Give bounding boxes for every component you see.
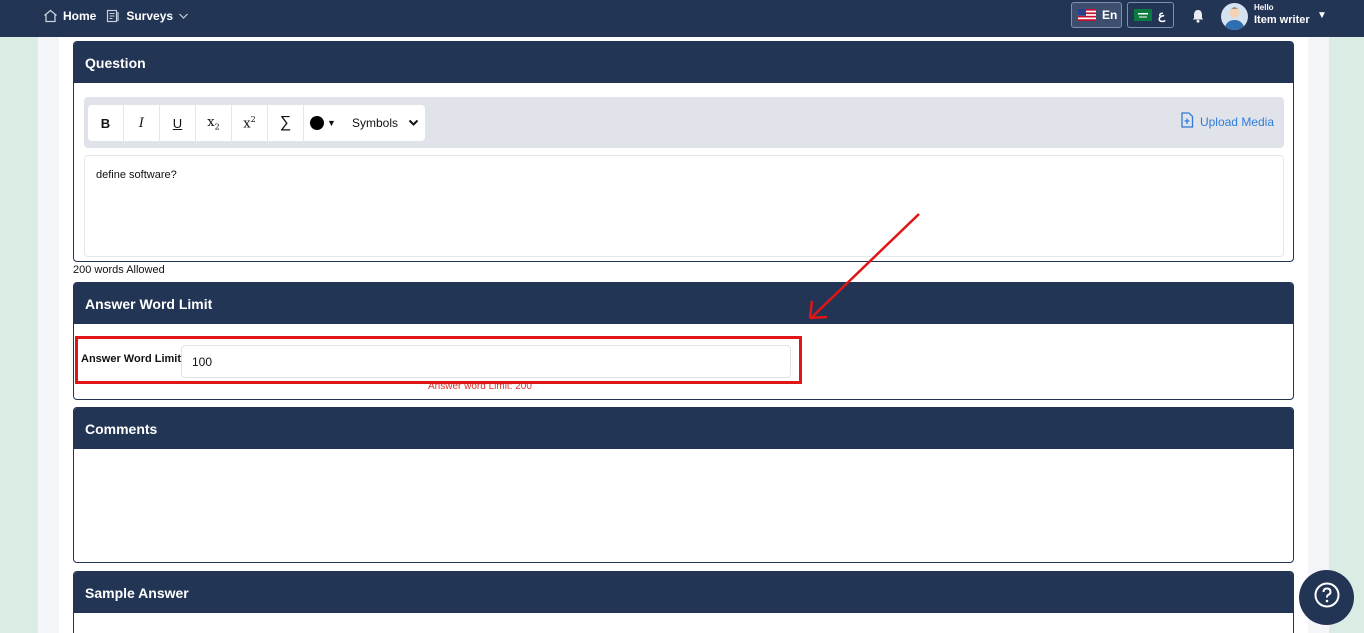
question-card-title: Question: [74, 42, 1293, 83]
annotation-highlight-box: [75, 336, 802, 384]
formatting-buttons: B I U x2 x2 ∑ ▼ Symbols: [88, 105, 426, 141]
language-en-button[interactable]: En: [1071, 2, 1122, 28]
caret-down-icon: ▼: [327, 118, 336, 128]
help-button[interactable]: [1299, 570, 1354, 625]
us-flag-icon: [1078, 9, 1096, 21]
top-navbar: Home Surveys En ع Hello Item writer ▼: [0, 0, 1364, 37]
symbols-select[interactable]: Symbols: [342, 105, 425, 141]
nav-surveys-label: Surveys: [126, 9, 174, 23]
symbols-select-label: Symbols: [352, 116, 399, 130]
language-ar-button[interactable]: ع: [1127, 2, 1174, 28]
language-ar-label: ع: [1158, 8, 1166, 22]
avatar[interactable]: [1221, 3, 1248, 30]
chevron-down-icon: [408, 116, 419, 130]
superscript-icon: x2: [243, 114, 256, 132]
user-greeting: Hello: [1254, 3, 1274, 12]
italic-button[interactable]: I: [124, 105, 160, 141]
nav-left: Home Surveys: [43, 0, 189, 32]
user-name[interactable]: Item writer: [1254, 14, 1310, 26]
sample-answer-title: Sample Answer: [74, 572, 1293, 613]
upload-file-icon: [1180, 112, 1194, 131]
question-text: define software?: [96, 169, 177, 181]
comments-title: Comments: [74, 408, 1293, 449]
nav-home-label: Home: [63, 9, 97, 23]
upload-media-label: Upload Media: [1199, 114, 1274, 129]
sigma-icon: ∑: [279, 114, 292, 131]
saudi-flag-icon: [1134, 9, 1152, 21]
survey-icon: [106, 9, 121, 23]
home-icon: [43, 9, 58, 23]
answer-word-limit-title: Answer Word Limit: [74, 283, 1293, 324]
comments-card: Comments: [73, 407, 1294, 563]
subscript-icon: x2: [207, 114, 220, 132]
editor-toolbar: B I U x2 x2 ∑ ▼ Symbols Upload Media: [84, 97, 1284, 148]
nav-surveys[interactable]: Surveys: [106, 9, 189, 23]
sample-answer-card: Sample Answer: [73, 571, 1294, 633]
underline-button[interactable]: U: [160, 105, 196, 141]
question-card: Question B I U x2 x2 ∑ ▼ Symbols Upload …: [73, 41, 1294, 262]
subscript-button[interactable]: x2: [196, 105, 232, 141]
color-swatch: [310, 116, 325, 130]
upload-media-button[interactable]: Upload Media: [1180, 112, 1274, 131]
words-allowed-note: 200 words Allowed: [73, 264, 165, 276]
superscript-button[interactable]: x2: [232, 105, 268, 141]
question-text-editor[interactable]: define software?: [84, 155, 1284, 257]
question-mark-icon: [1313, 581, 1341, 614]
language-en-label: En: [1102, 8, 1118, 22]
text-color-picker[interactable]: ▼: [304, 105, 342, 141]
caret-down-icon[interactable]: ▼: [1317, 10, 1327, 21]
nav-home[interactable]: Home: [43, 9, 96, 23]
bold-button[interactable]: B: [88, 105, 124, 141]
bell-icon[interactable]: [1190, 8, 1206, 29]
equation-button[interactable]: ∑: [268, 105, 304, 141]
chevron-down-icon: [178, 12, 189, 20]
